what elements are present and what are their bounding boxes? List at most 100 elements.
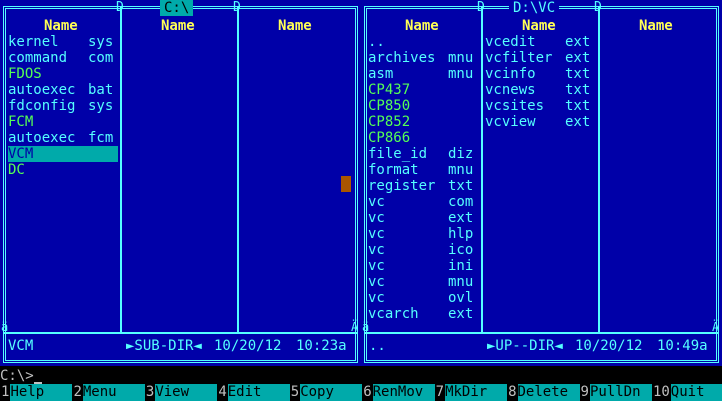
- left-column-separator-2: [237, 6, 239, 332]
- command-prompt: C:\>: [0, 368, 34, 384]
- right-file-row[interactable]: ..: [368, 34, 478, 50]
- left-status-separator: [3, 332, 358, 334]
- fkey-menu[interactable]: 2 Menu: [72, 384, 145, 401]
- file-ext: mnu: [448, 162, 474, 178]
- right-file-row[interactable]: vcedit ext: [485, 34, 595, 50]
- right-file-row[interactable]: vcview ext: [485, 114, 595, 130]
- left-status-time: 10:23a: [296, 338, 347, 354]
- left-status-date: 10/20/12: [214, 338, 282, 354]
- right-file-row[interactable]: vc mnu: [368, 274, 478, 290]
- right-file-row[interactable]: vcnews txt: [485, 82, 595, 98]
- function-key-bar: 1 Help 2 Menu 3 View 4 Edit 5 Copy 6 RenMov 7 MkDir 8 D…: [0, 384, 722, 401]
- left-file-row[interactable]: kernel sys: [8, 34, 118, 50]
- file-name: fdconfig: [8, 98, 76, 114]
- right-file-row[interactable]: CP852: [368, 114, 478, 130]
- left-file-row[interactable]: fdconfig sys: [8, 98, 118, 114]
- file-name: autoexec: [8, 130, 76, 146]
- fkey-number: 8: [507, 384, 518, 401]
- right-file-row[interactable]: vcfilter ext: [485, 50, 595, 66]
- left-file-row[interactable]: autoexec fcm: [8, 130, 118, 146]
- right-file-row[interactable]: vc ovl: [368, 290, 478, 306]
- fkey-renmov[interactable]: 6 RenMov: [362, 384, 435, 401]
- fkey-pulldn[interactable]: 9 PullDn: [579, 384, 652, 401]
- right-file-row[interactable]: vc ico: [368, 242, 478, 258]
- file-name: vc: [368, 274, 385, 290]
- right-file-row[interactable]: file_id diz: [368, 146, 478, 162]
- fkey-view[interactable]: 3 View: [144, 384, 218, 401]
- file-name: vc: [368, 290, 385, 306]
- left-file-row[interactable]: FDOS: [8, 66, 118, 82]
- file-ext: txt: [448, 178, 474, 194]
- fkey-edit[interactable]: 4 Edit: [217, 384, 290, 401]
- file-name: vcsites: [485, 98, 545, 114]
- right-corner-marker-right: Ä: [712, 320, 720, 334]
- left-drive-tag-2: D: [233, 0, 241, 15]
- left-file-row[interactable]: FCM: [8, 114, 118, 130]
- right-column-separator-1: [481, 6, 483, 332]
- right-file-row[interactable]: vc ext: [368, 210, 478, 226]
- file-name: FDOS: [8, 66, 42, 82]
- file-name: CP850: [368, 98, 411, 114]
- right-file-row[interactable]: vc com: [368, 194, 478, 210]
- fkey-label: Copy: [300, 384, 363, 401]
- left-file-row[interactable]: VCM: [8, 146, 118, 162]
- right-corner-marker: ä: [362, 320, 370, 334]
- left-panel-path-title[interactable]: C:\: [160, 0, 194, 16]
- fkey-copy[interactable]: 5 Copy: [289, 384, 363, 401]
- right-file-row[interactable]: format mnu: [368, 162, 478, 178]
- right-status-name: ..: [369, 338, 386, 354]
- fkey-label: View: [155, 384, 218, 401]
- right-file-row[interactable]: CP437: [368, 82, 478, 98]
- fkey-delete[interactable]: 8 Delete: [507, 384, 580, 401]
- left-scroll-thumb[interactable]: [341, 176, 351, 192]
- file-name: register: [368, 178, 436, 194]
- right-file-row[interactable]: vcinfo txt: [485, 66, 595, 82]
- right-file-panel[interactable]: D D D:\VC Name Name Name ä Ä .. ►UP--DIR…: [361, 0, 722, 366]
- fkey-label: Quit: [670, 384, 722, 401]
- file-name: FCM: [8, 114, 34, 130]
- file-name: CP437: [368, 82, 411, 98]
- command-line[interactable]: C:\>: [0, 368, 722, 384]
- right-file-row[interactable]: CP850: [368, 98, 478, 114]
- left-file-row[interactable]: autoexec bat: [8, 82, 118, 98]
- fkey-number: 4: [217, 384, 228, 401]
- right-file-row[interactable]: vcsites txt: [485, 98, 595, 114]
- fkey-number: 9: [579, 384, 590, 401]
- file-name: vc: [368, 194, 385, 210]
- left-corner-marker-right: Ä: [351, 320, 359, 334]
- right-file-row[interactable]: asm mnu: [368, 66, 478, 82]
- right-file-row[interactable]: archives mnu: [368, 50, 478, 66]
- file-ext: ico: [448, 242, 474, 258]
- right-file-row[interactable]: register txt: [368, 178, 478, 194]
- file-ext: hlp: [448, 226, 474, 242]
- left-corner-marker: ä: [1, 320, 9, 334]
- left-file-row[interactable]: command com: [8, 50, 118, 66]
- right-file-row[interactable]: vc hlp: [368, 226, 478, 242]
- file-ext: mnu: [448, 66, 474, 82]
- fkey-help[interactable]: 1 Help: [0, 384, 73, 401]
- right-col-header-2: Name: [522, 18, 556, 34]
- file-name: vc: [368, 242, 385, 258]
- file-ext: sys: [88, 98, 114, 114]
- right-drive-tag-2: D: [594, 0, 602, 15]
- right-file-row[interactable]: vcarch ext: [368, 306, 478, 322]
- file-ext: ext: [448, 210, 474, 226]
- right-status-type: ►UP--DIR◄: [487, 338, 563, 354]
- fkey-mkdir[interactable]: 7 MkDir: [434, 384, 508, 401]
- fkey-label: MkDir: [445, 384, 508, 401]
- file-ext: diz: [448, 146, 474, 162]
- right-col-header-1: Name: [405, 18, 439, 34]
- left-file-row[interactable]: DC: [8, 162, 118, 178]
- left-col-header-2: Name: [161, 18, 195, 34]
- file-ext: fcm: [88, 130, 114, 146]
- right-col-header-3: Name: [639, 18, 673, 34]
- left-file-panel[interactable]: D D C:\ Name Name Name ä Ä VCM ►SUB-DIR◄…: [0, 0, 361, 366]
- right-file-row[interactable]: CP866: [368, 130, 478, 146]
- right-file-row[interactable]: vc ini: [368, 258, 478, 274]
- left-drive-tag-1: D: [116, 0, 124, 15]
- fkey-quit[interactable]: 10 Quit: [651, 384, 722, 401]
- right-panel-path-title[interactable]: D:\VC: [509, 0, 560, 16]
- file-ext: com: [88, 50, 114, 66]
- file-name: CP866: [368, 130, 411, 146]
- file-name: kernel: [8, 34, 59, 50]
